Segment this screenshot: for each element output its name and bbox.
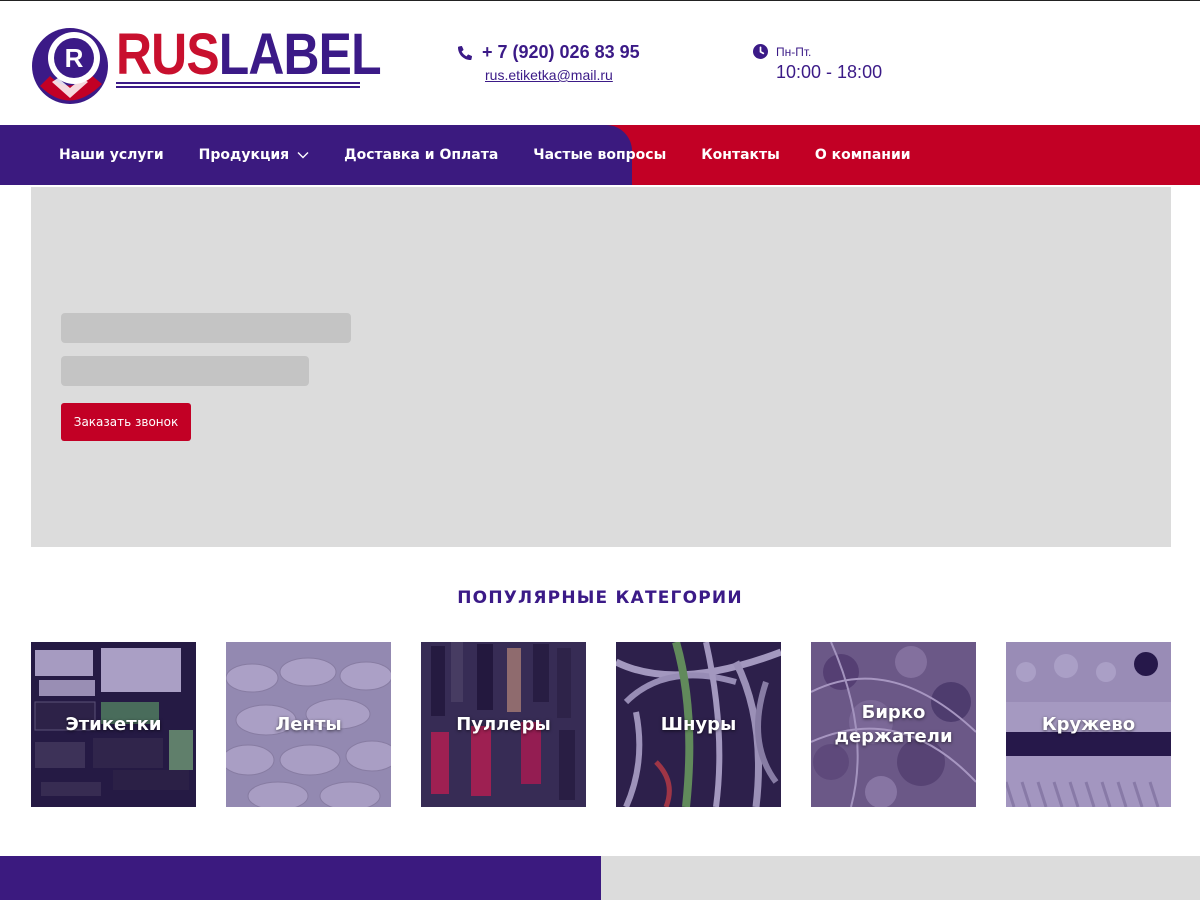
working-hours: 10:00 - 18:00 <box>776 62 883 82</box>
hero-banner: Заказать звонок <box>31 187 1171 547</box>
nav-item-label: Продукция <box>198 147 290 163</box>
nav-item-label: Контакты <box>701 147 780 163</box>
header-email-link[interactable]: rus.etiketka@mail.ru <box>485 67 613 83</box>
header-phone[interactable]: + 7 (920) 026 83 95 <box>458 42 640 63</box>
logo-underline-2 <box>116 86 360 88</box>
working-days: Пн-Пт. <box>753 44 811 59</box>
nav-item-label: Доставка и Оплата <box>344 147 499 163</box>
main-navbar: Наши услуги Продукция Доставка и Оплата … <box>0 125 1200 185</box>
category-tile-tag-holders[interactable]: Бирко держатели <box>811 642 976 807</box>
category-label: Шнуры <box>660 713 737 735</box>
category-tile-ribbons[interactable]: Ленты <box>226 642 391 807</box>
category-grid: Этикетки Ленты Пуллеры Шнуры Бирко держа… <box>31 642 1171 808</box>
category-label: Кружево <box>1041 713 1136 735</box>
logo-underline <box>116 82 360 84</box>
request-call-button[interactable]: Заказать звонок <box>61 403 191 441</box>
category-label: Пуллеры <box>456 713 551 735</box>
nav-item-delivery[interactable]: Доставка и Оплата <box>344 147 498 163</box>
hero-subtitle-placeholder <box>61 356 309 386</box>
nav-item-contacts[interactable]: Контакты <box>701 147 780 163</box>
hero-title-placeholder <box>61 313 351 343</box>
nav-item-label: Наши услуги <box>59 147 164 163</box>
phone-number: + 7 (920) 026 83 95 <box>482 42 640 62</box>
site-logo[interactable]: R RUSLABEL <box>30 24 382 108</box>
chevron-down-icon <box>297 152 309 159</box>
footer-accent-bar <box>0 856 601 900</box>
nav-item-label: Частые вопросы <box>533 147 667 163</box>
popular-categories-title: ПОПУЛЯРНЫЕ КАТЕГОРИИ <box>457 588 743 608</box>
clock-icon <box>753 44 768 59</box>
logo-label: LABEL <box>218 22 382 87</box>
category-tile-pullers[interactable]: Пуллеры <box>421 642 586 807</box>
top-border <box>0 0 1200 1</box>
working-days-label: Пн-Пт. <box>776 44 812 59</box>
nav-item-about[interactable]: О компании <box>815 147 911 163</box>
footer-gray-bar <box>601 856 1200 900</box>
logo-rus: RUS <box>116 22 220 87</box>
category-label: Этикетки <box>65 713 162 735</box>
logo-badge-icon: R <box>32 28 108 104</box>
phone-icon <box>458 45 472 60</box>
category-label: Ленты <box>275 713 342 735</box>
category-label: Бирко держатели <box>834 701 953 747</box>
category-tile-cords[interactable]: Шнуры <box>616 642 781 807</box>
category-tile-labels[interactable]: Этикетки <box>31 642 196 807</box>
category-tile-lace[interactable]: Кружево <box>1006 642 1171 807</box>
nav-item-services[interactable]: Наши услуги <box>59 147 164 163</box>
nav-item-label: О компании <box>814 147 911 163</box>
logo-wordmark: RUSLABEL <box>116 22 382 87</box>
nav-item-products[interactable]: Продукция <box>199 147 309 163</box>
nav-item-faq[interactable]: Частые вопросы <box>533 147 666 163</box>
svg-text:R: R <box>65 43 84 73</box>
